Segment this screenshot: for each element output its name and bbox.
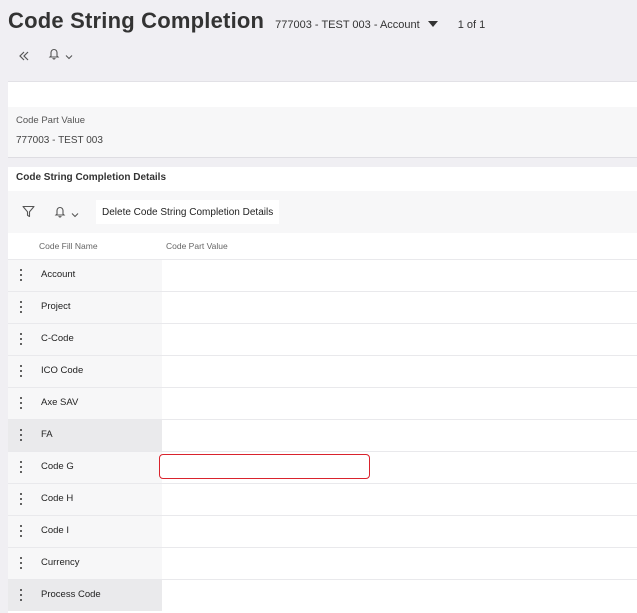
column-header-code-fill-name[interactable]: Code Fill Name (39, 233, 98, 259)
table-row[interactable]: Code H (8, 483, 637, 515)
field-value: 777003 - TEST 003 (16, 135, 103, 146)
code-part-value-cell[interactable] (162, 356, 637, 387)
code-part-value-cell[interactable] (162, 516, 637, 547)
page-toolbar (18, 46, 73, 66)
kebab-icon[interactable] (20, 429, 23, 441)
code-fill-name: C-Code (41, 333, 74, 344)
caret-down-icon[interactable] (427, 21, 438, 27)
table-row[interactable]: Currency (8, 547, 637, 579)
kebab-icon[interactable] (20, 301, 23, 313)
kebab-icon[interactable] (20, 333, 23, 345)
table-row[interactable]: ICO Code (8, 355, 637, 387)
code-fill-name: Code H (41, 493, 74, 504)
details-toolbar: Delete Code String Completion Details (8, 191, 637, 233)
code-fill-name: FA (41, 429, 53, 440)
code-fill-name: Code I (41, 525, 69, 536)
table-row[interactable]: Account (8, 259, 637, 291)
code-part-value-cell[interactable] (162, 580, 637, 611)
record-selector-label: 777003 - TEST 003 - Account (275, 19, 420, 31)
table-row[interactable]: C-Code (8, 323, 637, 355)
chevron-down-icon (65, 47, 73, 65)
kebab-icon[interactable] (20, 269, 23, 281)
kebab-icon[interactable] (20, 461, 23, 473)
table-row[interactable]: FA (8, 419, 637, 451)
column-header-code-part-value[interactable]: Code Part Value (166, 233, 228, 259)
code-fill-name: ICO Code (41, 365, 84, 376)
kebab-icon[interactable] (20, 397, 23, 409)
code-part-value-input[interactable] (159, 454, 370, 479)
code-part-value-cell[interactable] (162, 324, 637, 355)
table-row[interactable]: Code G (8, 451, 637, 483)
code-fill-name: Account (41, 269, 76, 280)
code-part-value-cell[interactable] (162, 484, 637, 515)
kebab-icon[interactable] (20, 589, 23, 601)
table-row[interactable]: Process Code (8, 579, 637, 611)
kebab-icon[interactable] (20, 365, 23, 377)
details-notifications-menu[interactable] (54, 205, 79, 223)
record-selector[interactable]: 777003 - TEST 003 - Account (275, 19, 438, 31)
bell-icon (48, 47, 60, 65)
details-title: Code String Completion Details (16, 172, 167, 183)
table-row[interactable]: Axe SAV (8, 387, 637, 419)
kebab-icon[interactable] (20, 525, 23, 537)
code-fill-name: Code G (41, 461, 74, 472)
page-header: Code String Completion 777003 - TEST 003… (8, 8, 485, 38)
delete-details-button[interactable]: Delete Code String Completion Details (96, 200, 280, 224)
code-fill-name: Currency (41, 557, 80, 568)
code-part-value-cell[interactable] (162, 292, 637, 323)
code-fill-name: Axe SAV (41, 397, 79, 408)
kebab-icon[interactable] (20, 493, 23, 505)
bell-icon (54, 205, 66, 223)
details-table: Account Project C-Code ICO Code Axe SAV … (8, 259, 637, 611)
kebab-icon[interactable] (20, 557, 23, 569)
code-part-value-cell[interactable] (162, 548, 637, 579)
details-panel: Code String Completion Details Delete Co… (8, 167, 637, 613)
notifications-menu[interactable] (48, 47, 73, 65)
record-pager: 1 of 1 (457, 19, 486, 31)
chevron-down-icon (71, 205, 79, 223)
header-card (8, 81, 637, 107)
double-chevron-left-icon[interactable] (18, 50, 30, 62)
table-row[interactable]: Project (8, 291, 637, 323)
code-fill-name: Project (41, 301, 71, 312)
table-row[interactable]: Code I (8, 515, 637, 547)
code-part-value-cell[interactable] (162, 388, 637, 419)
code-part-value-cell[interactable] (162, 420, 637, 451)
code-fill-name: Process Code (41, 589, 101, 600)
page-title: Code String Completion (8, 8, 265, 33)
filter-icon[interactable] (22, 205, 35, 223)
code-part-value-field: Code Part Value 777003 - TEST 003 (8, 107, 637, 158)
code-part-value-cell[interactable] (162, 260, 637, 291)
field-label: Code Part Value (16, 115, 86, 126)
code-part-value-cell[interactable] (159, 452, 637, 483)
